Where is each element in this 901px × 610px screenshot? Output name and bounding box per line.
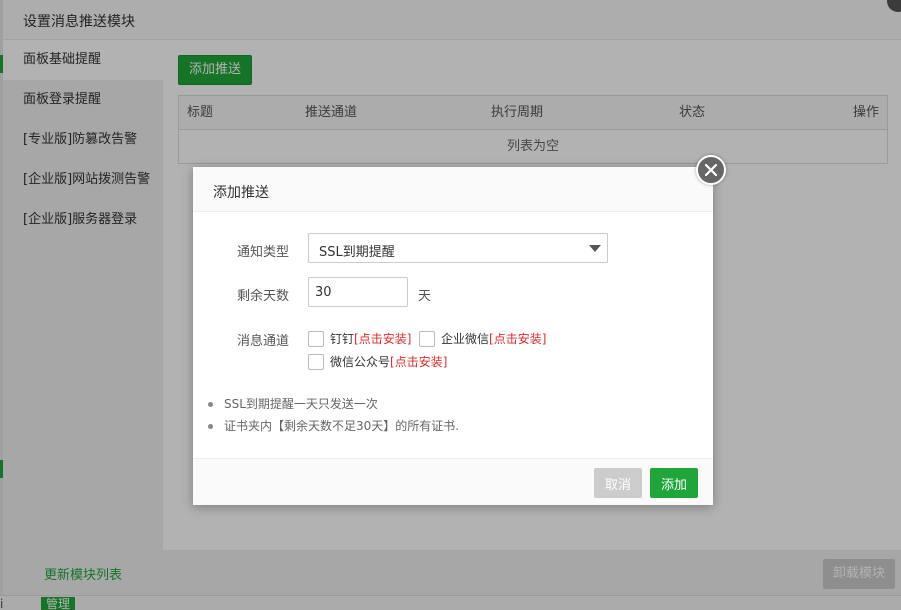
channel-wecom[interactable]: 企业微信 [点击安装] [419,330,546,347]
wecom-install-link[interactable]: [点击安装] [489,330,546,347]
add-push-dialog: 添加推送 通知类型 SSL到期提醒 剩余天数 天 消息通道 钉钉 [点击安装] … [193,155,726,505]
bullet-icon [208,402,213,407]
wecom-checkbox[interactable] [419,330,435,347]
dialog-header: 添加推送 [193,167,713,212]
dialog-title: 添加推送 [213,185,269,201]
help-note: 证书夹内【剩余天数不足30天】的所有证书. [208,415,459,437]
days-unit: 天 [418,289,432,304]
notify-type-label: 通知类型 [236,245,289,260]
channel-dingtalk[interactable]: 钉钉 [点击安装] [308,330,411,347]
dingtalk-install-link[interactable]: [点击安装] [354,330,411,347]
notify-type-select[interactable]: SSL到期提醒 [308,233,608,263]
bullet-icon [208,424,213,429]
dingtalk-checkbox[interactable] [308,330,324,347]
wechat-official-install-link[interactable]: [点击安装] [390,353,447,370]
caret-down-icon [589,245,601,252]
remaining-days-input[interactable] [308,277,408,307]
channel-name: 钉钉 [330,332,355,346]
channel-name: 微信公众号 [330,355,391,369]
close-icon[interactable] [696,155,726,185]
wechat-official-checkbox[interactable] [308,353,324,370]
dialog-footer: 取消 添加 [193,458,713,505]
confirm-add-button[interactable]: 添加 [650,468,698,498]
cancel-button[interactable]: 取消 [594,468,642,498]
channel-label: 消息通道 [236,334,289,349]
help-notes: SSL到期提醒一天只发送一次 证书夹内【剩余天数不足30天】的所有证书. [208,393,459,437]
days-label: 剩余天数 [236,289,289,304]
notify-type-value: SSL到期提醒 [319,245,395,260]
channel-wechat-official[interactable]: 微信公众号 [点击安装] [308,353,447,370]
channel-name: 企业微信 [441,332,490,346]
help-note: SSL到期提醒一天只发送一次 [208,393,459,415]
help-note-text: 证书夹内【剩余天数不足30天】的所有证书. [224,419,460,433]
help-note-text: SSL到期提醒一天只发送一次 [224,397,378,411]
